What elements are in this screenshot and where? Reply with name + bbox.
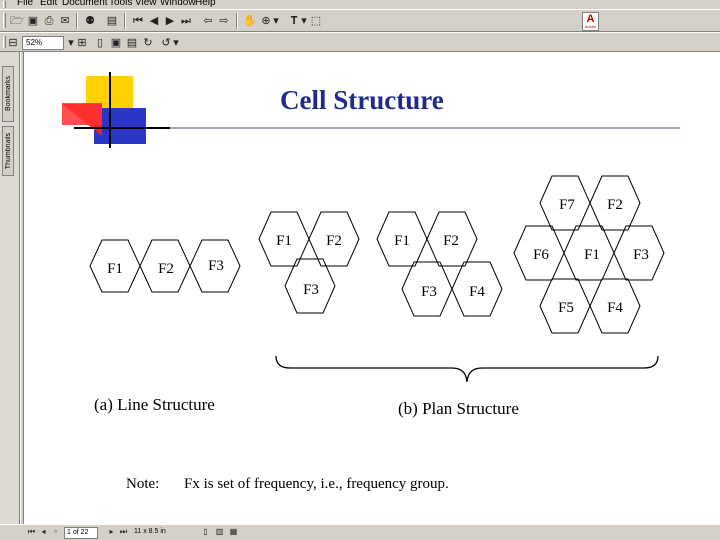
graphics-select-icon[interactable]: ⬚ — [308, 13, 324, 29]
chevron-down-icon[interactable]: ▾ — [66, 35, 76, 51]
zoom-in-icon[interactable]: ⊞ — [76, 35, 88, 51]
plan-structure-caption: (b) Plan Structure — [398, 399, 519, 418]
fit-page-icon[interactable]: ▣ — [108, 35, 124, 51]
note-label: Note: — [126, 476, 159, 492]
last-page-icon[interactable]: ⏭ — [178, 13, 194, 29]
page-size-readout: 11 x 8.5 in — [134, 528, 166, 535]
zoom-out-icon[interactable]: ⊟ — [7, 35, 19, 51]
menu-bar-grip[interactable] — [3, 1, 6, 8]
fit-width-icon[interactable]: ▤ — [124, 35, 140, 51]
toolbar-separator — [124, 13, 126, 29]
hand-tool-icon[interactable]: ✋ — [242, 13, 258, 29]
previous-page-icon[interactable]: ◀ — [146, 13, 162, 29]
page-scroll-icon[interactable]: ▫ — [50, 527, 61, 538]
toolbar-grip[interactable] — [3, 36, 6, 48]
cell-label: F1 — [276, 233, 292, 249]
menu-tools[interactable]: Tools — [109, 0, 132, 8]
chevron-down-icon[interactable]: ▾ — [300, 13, 308, 29]
continuous-page-icon[interactable]: ▥ — [214, 527, 225, 538]
status-bar: ⏮ ◂ ▫ 1 of 22 ▸ ⏭ 11 x 8.5 in ▯ ▥ ▦ — [0, 524, 720, 540]
previous-page-icon[interactable]: ◂ — [38, 527, 49, 538]
facing-pages-icon[interactable]: ▦ — [228, 527, 239, 538]
open-icon[interactable]: 🗁 — [9, 13, 25, 29]
cell-label: F2 — [607, 197, 623, 213]
toolbar-separator — [76, 13, 78, 29]
first-page-icon[interactable]: ⏮ — [26, 527, 37, 538]
note-text: Fx is set of frequency, i.e., frequency … — [184, 476, 449, 492]
cell-label: F1 — [107, 261, 123, 277]
menu-window[interactable]: Window — [160, 0, 196, 8]
adobe-logo[interactable]: A Adobe — [582, 12, 599, 31]
last-page-icon[interactable]: ⏭ — [118, 527, 129, 538]
go-forward-icon[interactable]: ⇨ — [216, 13, 232, 29]
plan-structure-four: F1 F2 F3 F4 — [376, 211, 503, 317]
navigation-pane: Bookmarks Thumbnails — [0, 52, 20, 524]
cell-label: F3 — [633, 247, 649, 263]
cell-label: F2 — [443, 233, 459, 249]
slide-canvas: Cell Structure F1 F2 F3 F1 F2 F3 F1 F2 F… — [62, 72, 680, 492]
slide-title: Cell Structure — [280, 85, 444, 115]
menu-file[interactable]: File — [17, 0, 33, 8]
chevron-down-icon[interactable]: ▾ — [172, 35, 180, 51]
cell-label: F3 — [303, 282, 319, 298]
next-page-icon[interactable]: ▶ — [162, 13, 178, 29]
tab-bookmarks-label: Bookmarks — [4, 76, 12, 112]
actual-size-icon[interactable]: ▯ — [92, 35, 108, 51]
tab-thumbnails[interactable]: Thumbnails — [2, 126, 14, 176]
cell-label: F2 — [326, 233, 342, 249]
menu-document[interactable]: Document — [62, 0, 108, 8]
zoom-input[interactable]: 52% — [22, 36, 64, 50]
view-toolbar: ⊟ 52% ▾ ⊞ ▯ ▣ ▤ ↻ ↺ ▾ — [0, 32, 720, 52]
cell-label: F3 — [421, 284, 437, 300]
go-back-icon[interactable]: ⇦ — [200, 13, 216, 29]
tab-thumbnails-label: Thumbnails — [4, 132, 12, 170]
line-structure-diagram: F1 F2 F3 — [89, 239, 241, 293]
main-toolbar: 🗁 ▣ ⎙ ✉ ⚉ ▤ ⏮ ◀ ▶ ⏭ ⇦ ⇨ ✋ ⊕ ▾ 𝐓 ▾ ⬚ A Ad… — [0, 9, 720, 32]
page-number-field[interactable]: 1 of 22 — [64, 527, 98, 539]
toolbar-grip[interactable] — [3, 13, 6, 28]
document-view[interactable]: Cell Structure F1 F2 F3 F1 F2 F3 F1 F2 F… — [24, 52, 720, 524]
save-icon[interactable]: ▣ — [25, 13, 41, 29]
email-icon[interactable]: ✉ — [57, 13, 73, 29]
cell-label: F4 — [607, 300, 623, 316]
cell-label: F5 — [558, 300, 574, 316]
cell-label: F2 — [158, 261, 174, 277]
search-icon[interactable]: ⚉ — [82, 13, 98, 29]
cell-label: F7 — [559, 197, 575, 213]
plan-structure-seven: F7 F2 F6 F1 F3 F5 F4 — [513, 175, 665, 334]
toolbar-separator — [236, 13, 238, 29]
first-page-icon[interactable]: ⏮ — [130, 13, 146, 29]
menu-edit[interactable]: Edit — [40, 0, 57, 8]
cell-label: F3 — [208, 258, 224, 274]
single-page-icon[interactable]: ▯ — [200, 527, 211, 538]
adobe-logo-mark: A — [586, 13, 595, 25]
cell-label: F1 — [584, 247, 600, 263]
rotate-icon[interactable]: ↻ — [140, 35, 156, 51]
chevron-down-icon[interactable]: ▾ — [272, 13, 280, 29]
menu-view[interactable]: View — [135, 0, 157, 8]
menu-bar: File Edit Document Tools View Window Hel… — [0, 0, 720, 9]
cell-label: F6 — [533, 247, 549, 263]
menu-help[interactable]: Help — [195, 0, 216, 8]
tab-bookmarks[interactable]: Bookmarks — [2, 66, 14, 122]
show-hide-navigation-icon[interactable]: ▤ — [104, 13, 120, 29]
line-structure-caption: (a) Line Structure — [94, 395, 215, 414]
adobe-logo-word: Adobe — [584, 24, 597, 29]
plan-structure-three: F1 F2 F3 — [258, 211, 360, 314]
cell-label: F1 — [394, 233, 410, 249]
print-icon[interactable]: ⎙ — [41, 13, 57, 29]
next-page-icon[interactable]: ▸ — [106, 527, 117, 538]
cell-label: F4 — [469, 284, 485, 300]
plan-structure-brace — [275, 355, 659, 383]
